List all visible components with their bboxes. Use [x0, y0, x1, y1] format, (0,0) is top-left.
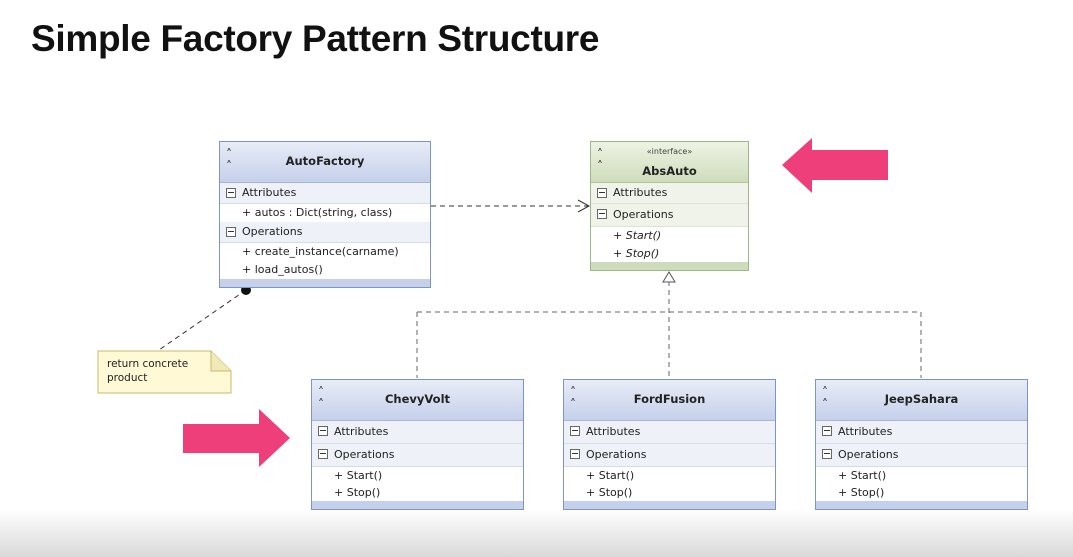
operation-item: + Start(): [564, 467, 775, 484]
operation-item: + Stop(): [816, 484, 1027, 501]
class-name: AutoFactory: [285, 154, 365, 168]
operation-item: + load_autos(): [220, 261, 430, 279]
operations-section[interactable]: Operations: [220, 222, 430, 243]
minus-box-icon[interactable]: [570, 449, 580, 459]
class-header: ˄ ˄ FordFusion: [564, 380, 775, 421]
operation-item: + Start(): [816, 467, 1027, 484]
note-text: return concrete product: [107, 358, 189, 384]
class-autofactory[interactable]: ˄ ˄ AutoFactory Attributes + autos : Dict…: [219, 141, 431, 288]
class-footer: [564, 501, 775, 509]
class-footer: [816, 501, 1027, 509]
attributes-section[interactable]: Attributes: [816, 421, 1027, 444]
attributes-section[interactable]: Attributes: [312, 421, 523, 444]
section-label: Operations: [334, 448, 395, 461]
arrow-icon: [183, 409, 290, 467]
class-chevyvolt[interactable]: ˄ ˄ ChevyVolt Attributes Operations + Sta…: [311, 379, 524, 510]
operation-item: + Start(): [312, 467, 523, 484]
class-header: ˄ ˄ JeepSahara: [816, 380, 1027, 421]
section-label: Attributes: [613, 186, 668, 199]
operation-item: + Stop(): [564, 484, 775, 501]
class-name: FordFusion: [633, 392, 706, 406]
class-absauto[interactable]: ˄ ˄ «interface» AbsAuto Attributes Operat…: [590, 141, 749, 271]
section-label: Operations: [586, 448, 647, 461]
class-footer: [591, 262, 748, 270]
minus-box-icon[interactable]: [597, 209, 607, 219]
minus-box-icon[interactable]: [318, 449, 328, 459]
bottom-fade: [0, 509, 1073, 557]
minus-box-icon[interactable]: [570, 426, 580, 436]
attributes-section[interactable]: Attributes: [564, 421, 775, 444]
realization-triangle: [662, 271, 676, 283]
arrow-icon: [782, 138, 888, 193]
minus-box-icon[interactable]: [597, 188, 607, 198]
minus-box-icon[interactable]: [226, 227, 236, 237]
operation-item: + Start(): [591, 227, 748, 245]
operation-item: + create_instance(carname): [220, 243, 430, 261]
class-name: AbsAuto: [642, 164, 697, 178]
operation-item: + Stop(): [591, 245, 748, 263]
attributes-section[interactable]: Attributes: [220, 183, 430, 204]
minus-box-icon[interactable]: [226, 188, 236, 198]
operations-section[interactable]: Operations: [591, 204, 748, 227]
comment-note[interactable]: return concrete product: [98, 351, 231, 393]
class-header: ˄ ˄ «interface» AbsAuto: [591, 142, 748, 183]
section-label: Attributes: [586, 425, 641, 438]
minus-box-icon[interactable]: [822, 426, 832, 436]
section-label: Operations: [242, 225, 303, 238]
operations-section[interactable]: Operations: [816, 444, 1027, 467]
attributes-section[interactable]: Attributes: [591, 183, 748, 204]
stereotype-label: «interface»: [646, 147, 693, 156]
section-label: Operations: [613, 208, 674, 221]
attribute-item: + autos : Dict(string, class): [220, 204, 430, 222]
class-jeepsahara[interactable]: ˄ ˄ JeepSahara Attributes Operations + St…: [815, 379, 1028, 510]
operation-item: + Stop(): [312, 484, 523, 501]
class-fordfusion[interactable]: ˄ ˄ FordFusion Attributes Operations + St…: [563, 379, 776, 510]
class-name: JeepSahara: [884, 392, 959, 406]
section-label: Attributes: [242, 186, 297, 199]
section-label: Operations: [838, 448, 899, 461]
note-connector: [155, 289, 247, 353]
class-header: ˄ ˄ AutoFactory: [220, 142, 430, 183]
class-footer: [312, 501, 523, 509]
class-name: ChevyVolt: [384, 392, 451, 406]
section-label: Attributes: [838, 425, 893, 438]
operations-section[interactable]: Operations: [564, 444, 775, 467]
minus-box-icon[interactable]: [318, 426, 328, 436]
minus-box-icon[interactable]: [822, 449, 832, 459]
class-header: ˄ ˄ ChevyVolt: [312, 380, 523, 421]
operations-section[interactable]: Operations: [312, 444, 523, 467]
section-label: Attributes: [334, 425, 389, 438]
class-footer: [220, 279, 430, 287]
